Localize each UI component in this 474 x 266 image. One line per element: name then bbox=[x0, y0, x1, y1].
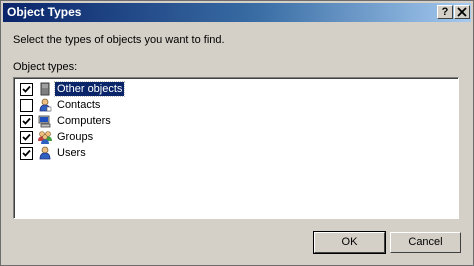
checkmark-icon bbox=[22, 85, 31, 93]
close-button[interactable] bbox=[454, 5, 470, 19]
list-item-label: Groups bbox=[57, 131, 94, 143]
object-types-label: Object types: bbox=[13, 61, 78, 73]
checkmark-icon bbox=[22, 117, 31, 125]
title-bar[interactable]: Object Types ? bbox=[3, 3, 471, 22]
cancel-button[interactable]: Cancel bbox=[390, 232, 461, 253]
instruction-text: Select the types of objects you want to … bbox=[13, 34, 225, 46]
object-types-list[interactable]: Other objects Contacts Computers Groups … bbox=[13, 77, 459, 219]
group-icon bbox=[38, 131, 52, 144]
other-objects-icon bbox=[40, 82, 50, 96]
list-item-label: Other objects bbox=[53, 81, 126, 97]
checkbox-users[interactable] bbox=[20, 147, 33, 160]
checkmark-icon bbox=[22, 149, 31, 157]
checkmark-icon bbox=[22, 133, 31, 141]
computer-icon bbox=[38, 115, 51, 128]
dialog-title: Object Types bbox=[7, 5, 82, 19]
ok-button[interactable]: OK bbox=[313, 231, 386, 254]
contact-icon bbox=[39, 98, 52, 112]
checkbox-computers[interactable] bbox=[20, 115, 33, 128]
object-types-dialog: Object Types ? Select the types of objec… bbox=[0, 0, 474, 266]
list-item-label: Computers bbox=[57, 115, 111, 127]
user-icon bbox=[39, 146, 51, 160]
help-button[interactable]: ? bbox=[437, 5, 453, 19]
checkbox-contacts[interactable] bbox=[20, 99, 33, 112]
list-item-label: Contacts bbox=[57, 99, 101, 111]
checkbox-groups[interactable] bbox=[20, 131, 33, 144]
checkbox-other-objects[interactable] bbox=[20, 83, 33, 96]
list-item-label: Users bbox=[57, 147, 86, 159]
close-icon bbox=[457, 7, 467, 17]
